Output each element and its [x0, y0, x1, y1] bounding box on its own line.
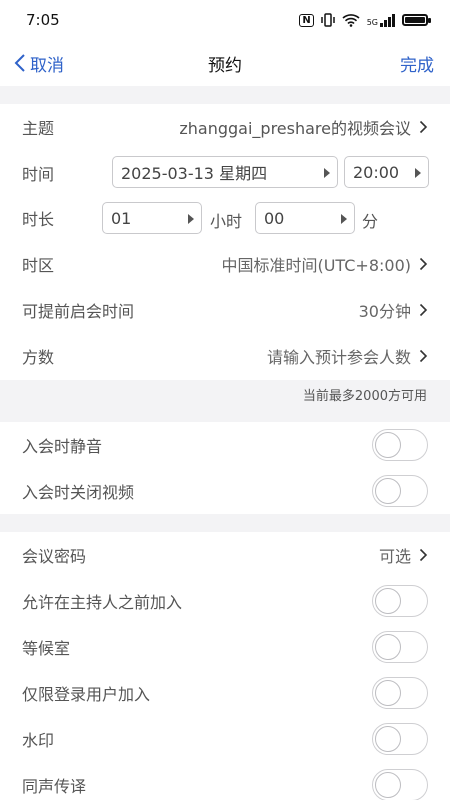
toggle-knob — [375, 634, 401, 660]
early-start-value: 30分钟 — [358, 302, 411, 321]
toggle-label: 水印 — [22, 731, 55, 750]
status-icons: N 5G — [299, 13, 431, 27]
waiting-room-toggle[interactable] — [372, 631, 428, 663]
timezone-row[interactable]: 时区 中国标准时间(UTC+8:00) — [0, 241, 450, 287]
toggle-knob — [375, 726, 401, 752]
hour-unit: 小时 — [210, 212, 243, 231]
toggle-knob — [375, 680, 401, 706]
time-label: 时间 — [22, 165, 55, 184]
toggle-label: 同声传译 — [22, 777, 87, 796]
toggle-label: 入会时静音 — [22, 437, 103, 456]
join-before-host-row: 允许在主持人之前加入 — [0, 578, 450, 624]
chevron-right-icon — [419, 257, 428, 271]
section-divider — [0, 86, 450, 104]
duration-row: 时长 01 小时 00 分 — [0, 195, 450, 241]
toggle-knob — [375, 478, 401, 504]
timezone-value: 中国标准时间(UTC+8:00) — [221, 256, 411, 275]
done-button[interactable]: 完成 — [400, 51, 434, 76]
participants-label: 方数 — [22, 348, 55, 367]
chevron-right-icon — [419, 548, 428, 562]
toggle-knob — [375, 772, 401, 798]
nfc-icon: N — [299, 13, 314, 27]
chevron-right-icon — [419, 349, 428, 363]
toggle-label: 允许在主持人之前加入 — [22, 593, 183, 612]
wifi-icon — [342, 14, 360, 27]
participants-row[interactable]: 方数 请输入预计参会人数 — [0, 333, 450, 379]
toggle-knob — [375, 588, 401, 614]
toggle-label: 仅限登录用户加入 — [22, 685, 151, 704]
password-row[interactable]: 会议密码 可选 — [0, 532, 450, 578]
password-value: 可选 — [378, 547, 411, 566]
capacity-note: 当前最多2000方可用 — [0, 380, 450, 422]
watermark-toggle[interactable] — [372, 723, 428, 755]
early-start-row[interactable]: 可提前启会时间 30分钟 — [0, 287, 450, 333]
password-label: 会议密码 — [22, 547, 87, 566]
nav-bar: 取消 预约 完成 — [0, 40, 450, 86]
status-time: 7:05 — [26, 11, 60, 29]
toggle-label: 入会时关闭视频 — [22, 483, 135, 502]
toggle-label: 等候室 — [22, 639, 71, 658]
signal-text: 5G — [366, 17, 378, 27]
cancel-label: 取消 — [30, 55, 64, 76]
vibrate-icon — [320, 13, 335, 27]
chevron-right-icon — [419, 303, 428, 317]
section-divider — [0, 514, 450, 532]
early-start-label: 可提前启会时间 — [22, 302, 135, 321]
dropdown-arrow-icon — [341, 214, 347, 224]
logged-in-only-toggle[interactable] — [372, 677, 428, 709]
video-off-on-join-row: 入会时关闭视频 — [0, 468, 450, 514]
duration-label: 时长 — [22, 210, 55, 229]
waiting-room-row: 等候室 — [0, 624, 450, 670]
topic-label: 主题 — [22, 119, 55, 138]
page-title: 预约 — [208, 55, 242, 76]
time-row: 时间 2025-03-13 星期四 20:00 — [0, 150, 450, 196]
logged-in-only-row: 仅限登录用户加入 — [0, 670, 450, 716]
chevron-right-icon — [419, 120, 428, 134]
date-select[interactable]: 2025-03-13 星期四 — [112, 156, 338, 188]
hours-value: 01 — [111, 208, 132, 228]
dropdown-arrow-icon — [188, 214, 194, 224]
timezone-label: 时区 — [22, 256, 55, 275]
toggle-knob — [375, 432, 401, 458]
signal-icon: 5G — [366, 13, 395, 27]
back-chevron-icon — [14, 54, 25, 72]
minutes-value: 00 — [264, 208, 285, 228]
video-off-on-join-toggle[interactable] — [372, 475, 428, 507]
battery-icon — [402, 14, 431, 26]
date-value: 2025-03-13 星期四 — [121, 164, 268, 183]
join-before-host-toggle[interactable] — [372, 585, 428, 617]
clock-select[interactable]: 20:00 — [344, 156, 429, 188]
minutes-select[interactable]: 00 — [255, 202, 355, 234]
participants-input[interactable]: 请输入预计参会人数 — [267, 344, 411, 368]
mute-on-join-row: 入会时静音 — [0, 422, 450, 468]
cancel-button[interactable]: 取消 — [14, 51, 64, 76]
dropdown-arrow-icon — [415, 168, 421, 178]
mute-on-join-toggle[interactable] — [372, 429, 428, 461]
hours-select[interactable]: 01 — [102, 202, 202, 234]
topic-row[interactable]: 主题 zhanggai_preshare的视频会议 — [0, 104, 450, 150]
interpretation-toggle[interactable] — [372, 769, 428, 800]
topic-value: zhanggai_preshare的视频会议 — [179, 119, 411, 138]
clock-value: 20:00 — [353, 162, 400, 182]
minute-unit: 分 — [362, 212, 379, 231]
dropdown-arrow-icon — [324, 168, 330, 178]
watermark-row: 水印 — [0, 716, 450, 762]
interpretation-row: 同声传译 — [0, 762, 450, 800]
status-bar: 7:05 N 5G — [0, 0, 450, 40]
